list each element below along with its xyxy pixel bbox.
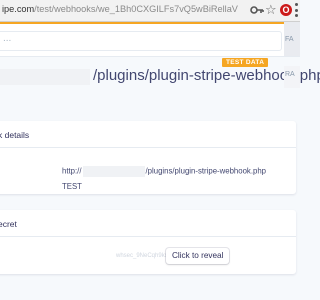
browser-address-bar[interactable]: ipe.com/test/webhooks/we_1Bh0CXGILFs7vQ5… — [0, 0, 300, 22]
url-text[interactable]: ipe.com/test/webhooks/we_1Bh0CXGILFs7vQ5… — [2, 4, 238, 14]
url-path: /test/webhooks/we_1Bh0CXGILFs7vQ5wBiRell… — [34, 4, 238, 14]
side-tab[interactable]: RA — [284, 66, 300, 88]
app-header: ... FA — [0, 22, 300, 57]
card-header: k details — [0, 121, 296, 148]
reveal-secret-button[interactable]: Click to reveal — [166, 248, 230, 264]
card-title-secret: ecret — [0, 219, 17, 229]
card-title-details: k details — [0, 130, 30, 140]
redacted-domain — [0, 69, 90, 85]
page-title-row: /plugins/plugin-stripe-webhook.php — [0, 66, 320, 88]
url-suffix: /plugins/plugin-stripe-webhook.php — [145, 166, 267, 176]
extension-icon[interactable]: O — [280, 4, 292, 16]
redacted-host — [82, 166, 145, 177]
side-tab-label: RA — [285, 71, 295, 78]
test-mode-band — [0, 22, 290, 24]
bookmark-star-icon[interactable]: ☆ — [265, 2, 277, 18]
signing-secret-card: ecret whsec_9NeCqh9kx1Ll Click to reveal — [0, 210, 296, 274]
header-right-tab-label: FA — [285, 36, 294, 43]
endpoint-details-card: k details http:// /plugins/plugin-stripe-… — [0, 121, 296, 194]
endpoint-url: http:// /plugins/plugin-stripe-webhook.ph… — [62, 166, 266, 177]
search-input[interactable]: ... — [0, 31, 282, 51]
browser-menu-icon[interactable] — [295, 3, 298, 17]
search-placeholder: ... — [3, 33, 12, 44]
header-right-tab[interactable]: FA — [284, 22, 300, 56]
key-icon[interactable] — [250, 4, 264, 16]
mode-value: TEST — [62, 182, 82, 191]
url-prefix: http:// — [62, 166, 82, 176]
card-header: ecret — [0, 210, 296, 237]
url-host: ipe.com — [2, 4, 35, 14]
